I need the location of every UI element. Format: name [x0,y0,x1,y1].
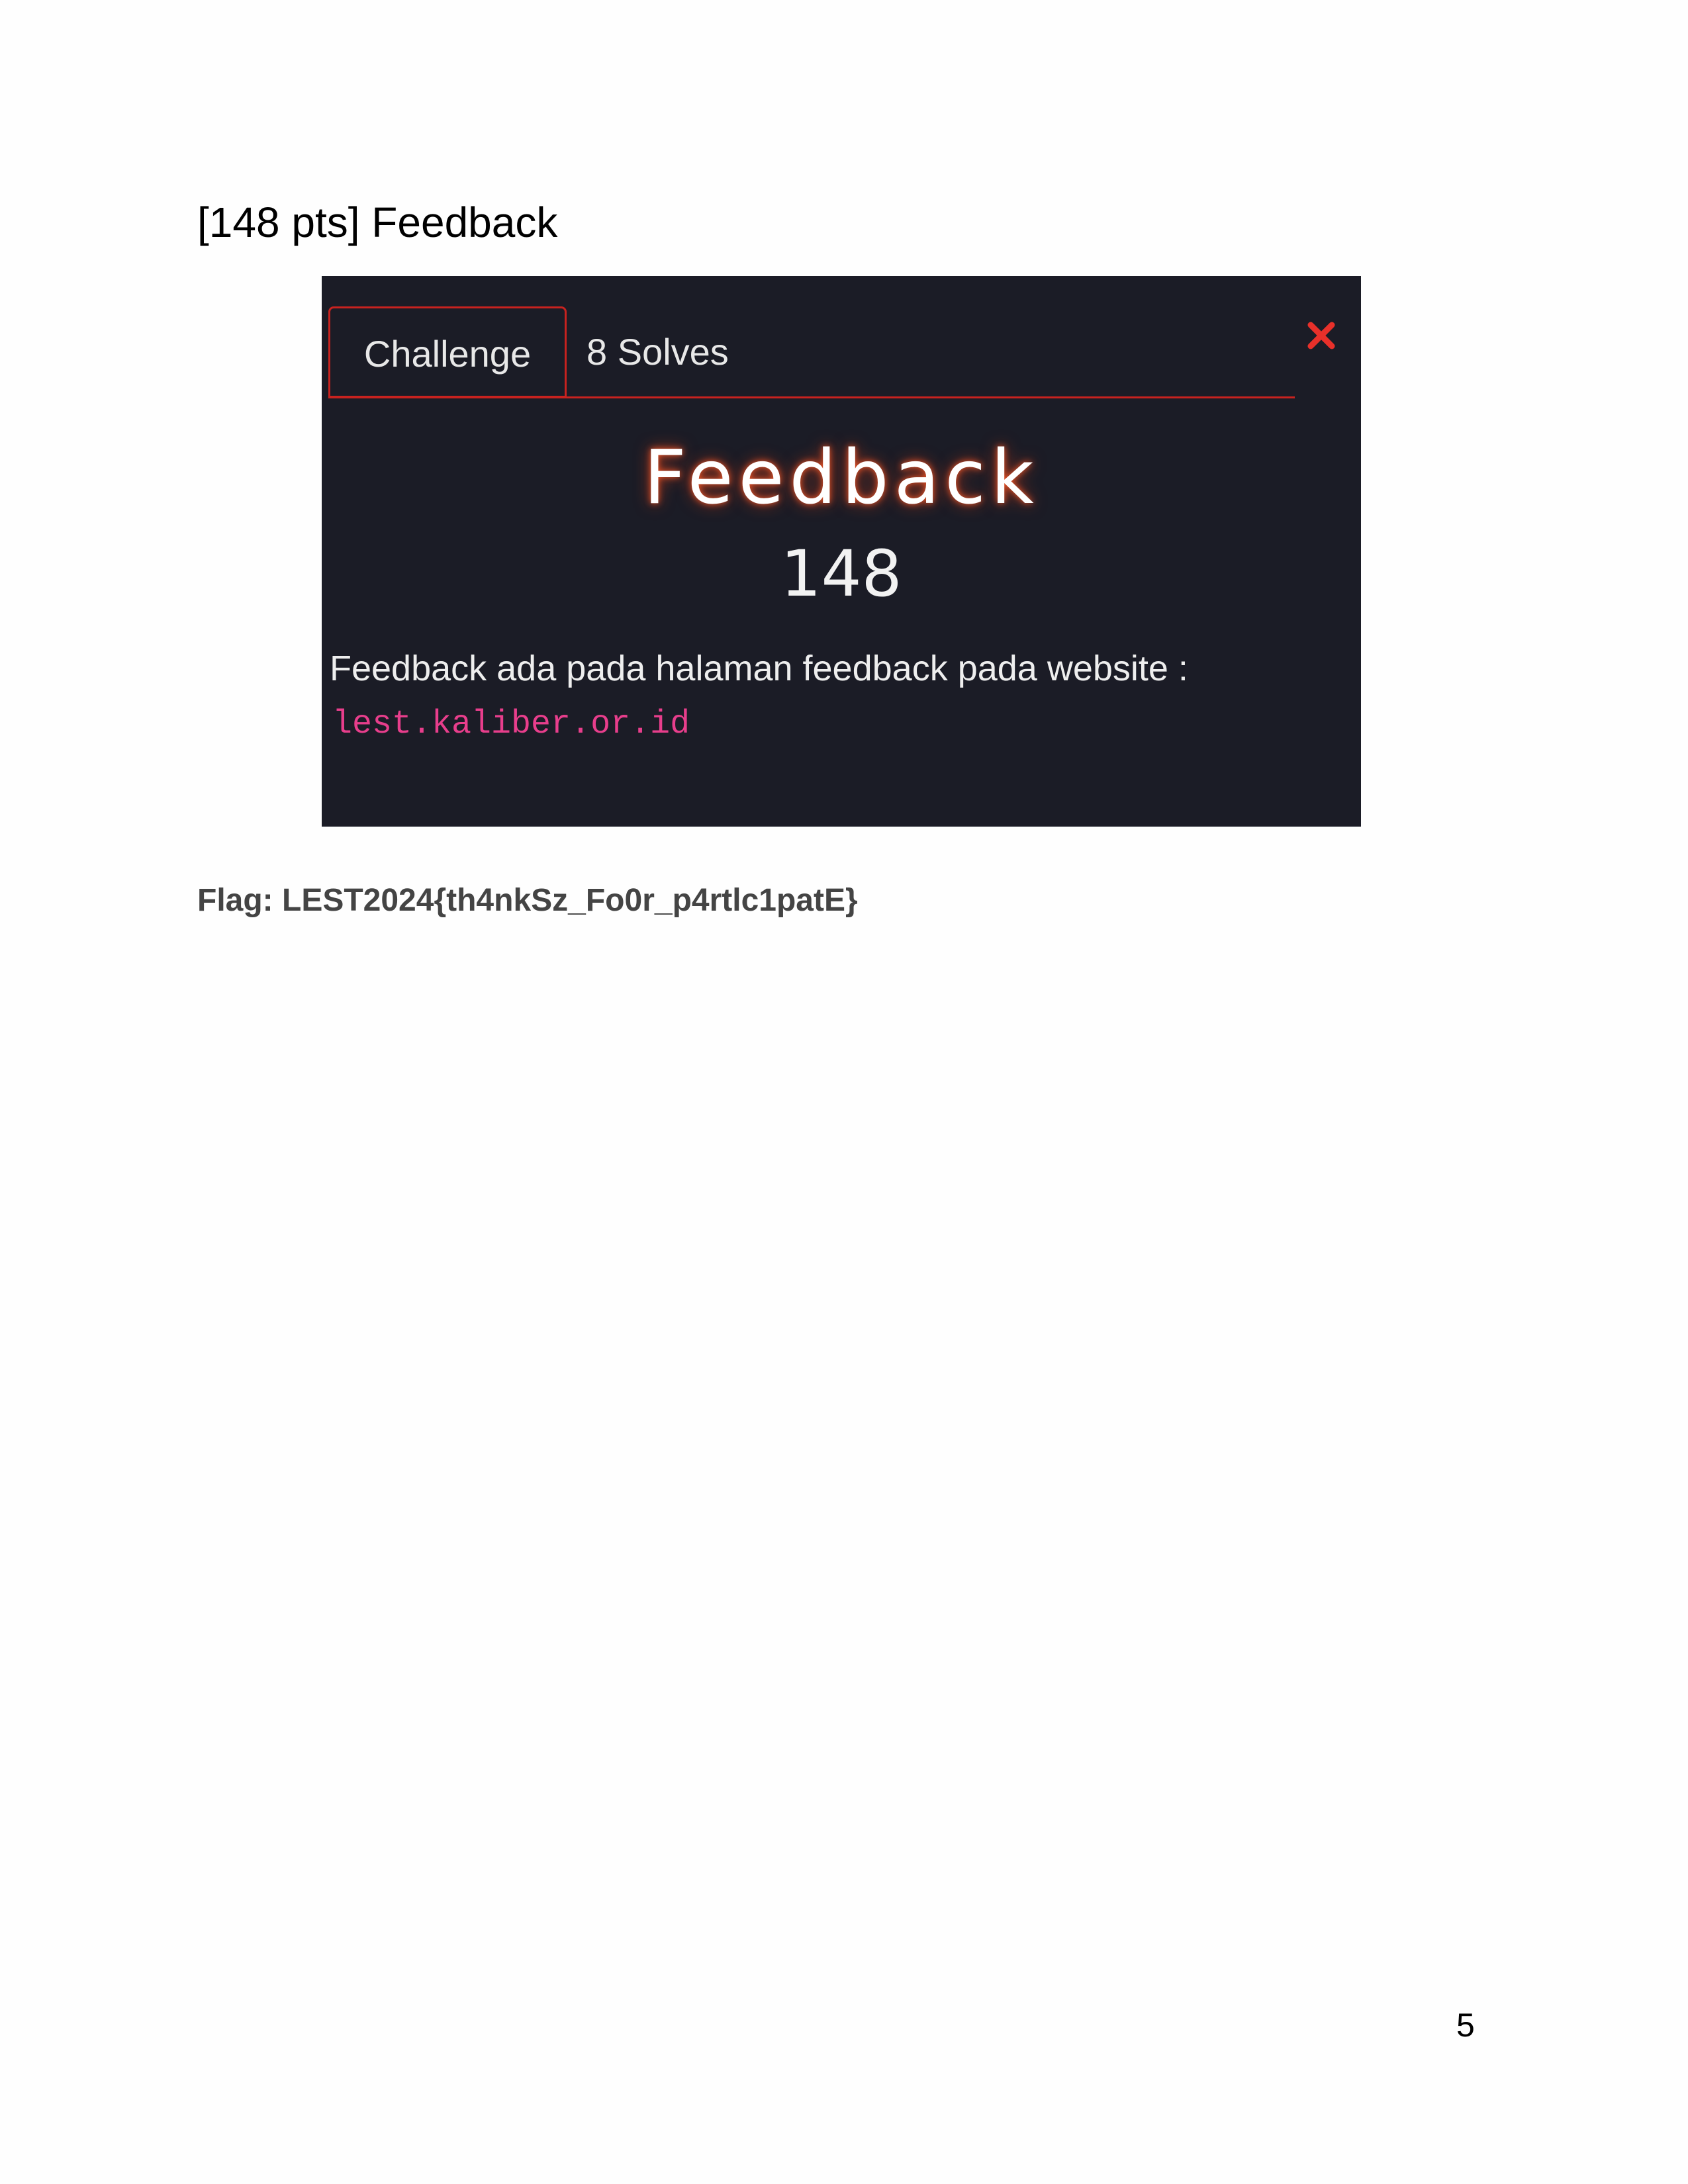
section-heading: [148 pts] Feedback [197,199,558,246]
challenge-screenshot: Challenge 8 Solves Feedback 148 Feedback… [322,276,1361,827]
close-icon[interactable] [1305,320,1337,351]
challenge-description: Feedback ada pada halaman feedback pada … [330,649,1188,688]
page-number: 5 [1456,2007,1475,2044]
challenge-points: 148 [780,537,902,611]
challenge-link[interactable]: lest.kaliber.or.id [332,704,690,746]
tab-solves[interactable]: 8 Solves [586,306,729,398]
flag-text: Flag: LEST2024{th4nkSz_Fo0r_p4rtlc1patE} [197,883,858,918]
challenge-title: Feedback [643,435,1039,521]
tab-challenge[interactable]: Challenge [328,306,567,398]
